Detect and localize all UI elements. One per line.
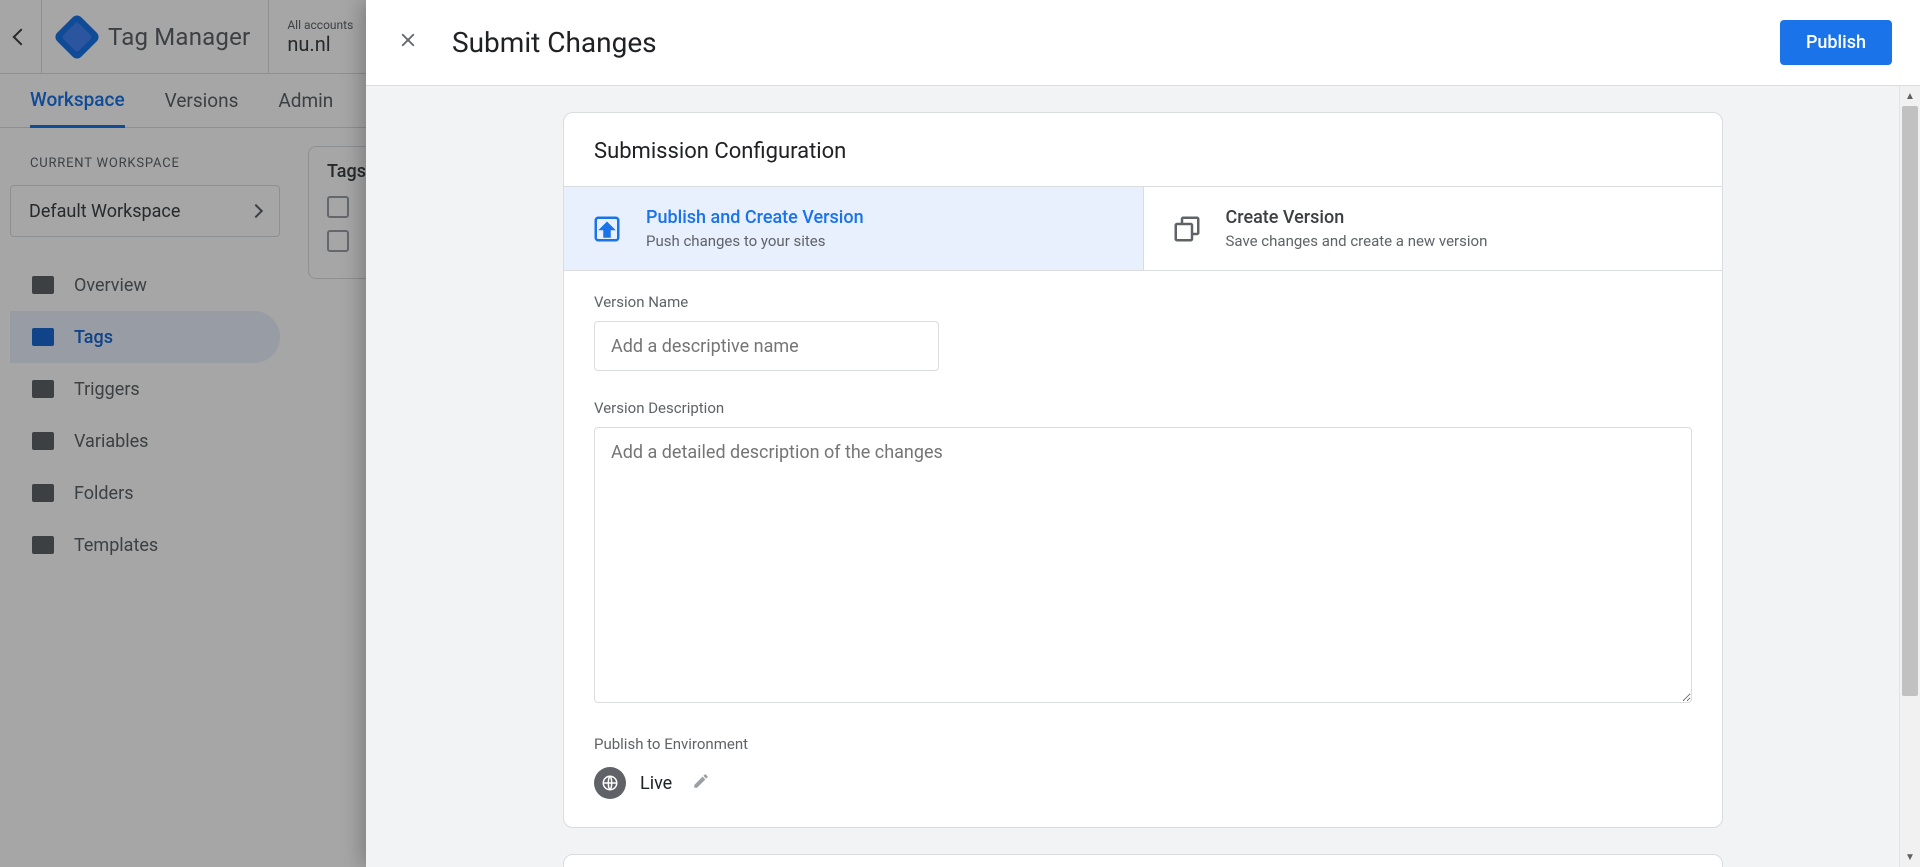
edit-environment-button[interactable] bbox=[692, 772, 710, 794]
publish-button[interactable]: Publish bbox=[1780, 20, 1892, 65]
close-icon bbox=[397, 29, 419, 51]
option-title: Create Version bbox=[1226, 207, 1488, 228]
card-title: Workspace Changes bbox=[564, 855, 1722, 867]
publish-icon bbox=[590, 214, 624, 244]
option-create-version[interactable]: Create Version Save changes and create a… bbox=[1143, 187, 1723, 270]
option-title: Publish and Create Version bbox=[646, 207, 864, 228]
scroll-down-icon[interactable]: ▼ bbox=[1900, 847, 1920, 867]
option-subtitle: Save changes and create a new version bbox=[1226, 232, 1488, 250]
version-name-label: Version Name bbox=[594, 293, 1692, 311]
card-title: Submission Configuration bbox=[564, 113, 1722, 186]
modal-title: Submit Changes bbox=[452, 26, 1750, 59]
workspace-changes-card: Workspace Changes bbox=[563, 854, 1723, 867]
option-subtitle: Push changes to your sites bbox=[646, 232, 864, 250]
scroll-up-icon[interactable]: ▲ bbox=[1900, 86, 1920, 106]
copy-icon bbox=[1170, 214, 1204, 244]
submit-changes-modal: Submit Changes Publish Submission Config… bbox=[366, 0, 1920, 867]
modal-body: Submission Configuration Publish and Cre… bbox=[366, 86, 1920, 867]
pencil-icon bbox=[692, 772, 710, 790]
scrollbar-thumb[interactable] bbox=[1902, 106, 1918, 696]
version-desc-textarea[interactable] bbox=[594, 427, 1692, 703]
version-desc-label: Version Description bbox=[594, 399, 1692, 417]
scrollbar[interactable]: ▲ ▼ bbox=[1899, 86, 1920, 867]
environment-name: Live bbox=[640, 773, 672, 794]
close-button[interactable] bbox=[394, 29, 422, 57]
globe-icon bbox=[594, 767, 626, 799]
submission-options: Publish and Create Version Push changes … bbox=[564, 186, 1722, 271]
option-publish-and-create[interactable]: Publish and Create Version Push changes … bbox=[564, 187, 1143, 270]
modal-header: Submit Changes Publish bbox=[366, 0, 1920, 86]
submission-config-card: Submission Configuration Publish and Cre… bbox=[563, 112, 1723, 828]
publish-env-label: Publish to Environment bbox=[594, 735, 1692, 753]
version-name-input[interactable] bbox=[594, 321, 939, 371]
